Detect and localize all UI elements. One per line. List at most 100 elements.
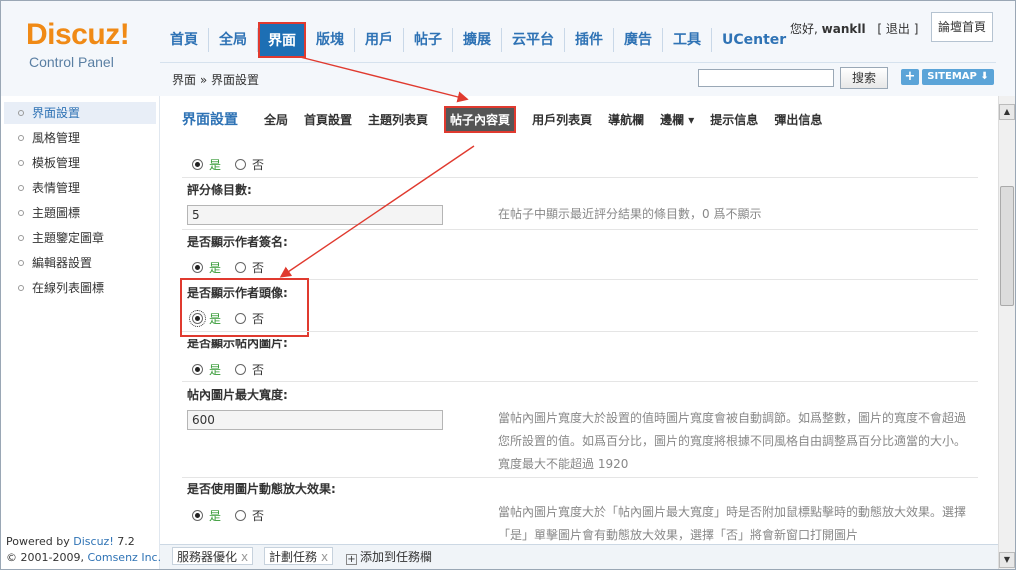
top-nav-home[interactable]: 首頁 (160, 28, 209, 52)
radio-group-images: 是 否 (192, 361, 264, 378)
divider (182, 177, 978, 178)
zoom-effect-hint: 當帖內圖片寬度大於「帖內圖片最大寬度」時是否附加鼠標點擊時的動態放大效果。選擇 … (498, 501, 978, 547)
scroll-thumb[interactable] (1000, 186, 1014, 306)
top-nav-ads[interactable]: 廣告 (614, 28, 663, 52)
radio-yes-label: 是 (209, 363, 222, 377)
sidebar-item-stamps[interactable]: 主題鑒定圖章 (4, 227, 156, 249)
sidebar-item-interface-settings[interactable]: 界面設置 (4, 102, 156, 124)
forum-home-button[interactable]: 論壇首頁 (931, 12, 993, 42)
sidebar-item-online-icons[interactable]: 在線列表圖標 (4, 277, 156, 299)
tab-sidebar[interactable]: 邊欄 ▾ (660, 111, 694, 128)
logout-link[interactable]: [ 退出 ] (877, 22, 918, 36)
top-nav-plugins[interactable]: 插件 (565, 28, 614, 52)
task-server-optimize[interactable]: 服務器優化 x (172, 547, 254, 565)
discuz-link[interactable]: Discuz! (73, 535, 113, 548)
bullet-icon (18, 210, 24, 216)
tab-messages[interactable]: 提示信息 (710, 111, 758, 128)
top-nav-posts[interactable]: 帖子 (404, 28, 453, 52)
radio-yes-label: 是 (209, 509, 222, 523)
sidebar-item-label: 編輯器設置 (32, 256, 93, 270)
top-nav-cloud[interactable]: 云平台 (502, 28, 565, 52)
sidebar-item-label: 界面設置 (32, 106, 81, 120)
tab-navbar[interactable]: 導航欄 (608, 111, 644, 128)
sidebar-item-editor-settings[interactable]: 編輯器設置 (4, 252, 156, 274)
add-to-taskbar[interactable]: + 添加到任務欄 (346, 548, 432, 566)
logo[interactable]: Discuz! (26, 18, 130, 52)
sidebar-item-template-manage[interactable]: 模板管理 (4, 152, 156, 174)
radio-yes-label: 是 (209, 261, 222, 275)
sidebar: 界面設置 風格管理 模板管理 表情管理 主題圖標 主題鑒定圖章 編輯器設置 在線… (0, 96, 160, 570)
scroll-up-icon[interactable]: ▲ (999, 104, 1015, 120)
highlight-box-avatar (180, 278, 309, 337)
radio-no[interactable] (235, 364, 247, 375)
sidebar-item-smiley-manage[interactable]: 表情管理 (4, 177, 156, 199)
top-nav-extensions[interactable]: 擴展 (453, 28, 502, 52)
welcome-text: 您好, wankll [ 退出 ] (790, 20, 918, 37)
radio-no[interactable] (235, 510, 247, 521)
zoom-effect-label: 是否使用圖片動態放大效果: (187, 482, 336, 496)
radio-yes[interactable] (192, 510, 203, 521)
scroll-down-icon[interactable]: ▼ (999, 552, 1015, 568)
powered-by: Powered by Discuz! 7.2 © 2001-2009, Coms… (6, 534, 161, 566)
powered-prefix: Powered by (6, 535, 74, 548)
close-icon[interactable]: x (321, 550, 328, 564)
tab-post-view[interactable]: 帖子內容頁 (444, 105, 517, 133)
max-image-width-input[interactable]: 600 (187, 410, 443, 430)
sidebar-item-label: 主題圖標 (32, 206, 81, 220)
tab-thread-list[interactable]: 主題列表頁 (368, 111, 428, 128)
radio-yes[interactable] (192, 159, 203, 170)
comsenz-link[interactable]: Comsenz Inc. (87, 551, 161, 564)
top-nav-users[interactable]: 用戶 (355, 28, 404, 52)
top-nav-interface[interactable]: 界面 (258, 22, 306, 58)
radio-yes[interactable] (192, 262, 203, 273)
tab-popups[interactable]: 彈出信息 (774, 111, 822, 128)
radio-no-label: 否 (252, 509, 265, 523)
bullet-icon (18, 285, 24, 291)
breadcrumb: 界面 » 界面設置 (172, 73, 259, 87)
hint-line: 當帖內圖片寬度大於「帖內圖片最大寬度」時是否附加鼠標點擊時的動態放大效果。選擇 (498, 505, 967, 519)
radio-no[interactable] (235, 159, 247, 170)
add-shortcut-icon[interactable]: + (901, 69, 919, 85)
task-scheduled[interactable]: 計劃任務 x (264, 547, 334, 565)
tab-global[interactable]: 全局 (264, 111, 288, 128)
sidebar-item-style-manage[interactable]: 風格管理 (4, 127, 156, 149)
divider (182, 381, 978, 382)
radio-group-zoom: 是 否 (192, 507, 264, 524)
app-window: Discuz! Control Panel 首頁 全局 界面 版塊 用戶 帖子 … (0, 0, 1016, 570)
add-to-taskbar-label: 添加到任務欄 (360, 550, 433, 564)
search-input[interactable] (698, 69, 834, 87)
sidebar-item-label: 風格管理 (32, 131, 81, 145)
top-nav-global[interactable]: 全局 (209, 28, 258, 52)
close-icon[interactable]: x (241, 550, 248, 564)
task-label: 計劃任務 (269, 550, 318, 564)
tab-member-list[interactable]: 用戶列表頁 (532, 111, 592, 128)
sitemap-button[interactable]: SITEMAP ⬇ (922, 69, 994, 85)
sitemap-label: SITEMAP (927, 71, 977, 82)
vertical-scrollbar[interactable]: ▲ ▼ (998, 96, 1015, 570)
radio-no[interactable] (235, 262, 247, 273)
divider (182, 477, 978, 478)
radio-yes-label: 是 (209, 158, 222, 172)
bullet-icon (18, 135, 24, 141)
sidebar-item-thread-icons[interactable]: 主題圖標 (4, 202, 156, 224)
hint-line: 寬度最大不能超過 1920 (498, 457, 629, 471)
logo-subtitle: Control Panel (29, 54, 114, 70)
top-nav-forums[interactable]: 版塊 (306, 28, 355, 52)
radio-group-signature: 是 否 (192, 259, 264, 276)
username: wankll (821, 22, 866, 36)
top-nav-tools[interactable]: 工具 (663, 28, 712, 52)
top-nav: 首頁 全局 界面 版塊 用戶 帖子 擴展 云平台 插件 廣告 工具 UCente… (160, 20, 796, 60)
max-image-width-hint: 當帖內圖片寬度大於設置的值時圖片寬度會被自動調節。如爲整數，圖片的寬度不會超過 … (498, 407, 978, 476)
radio-yes[interactable] (192, 364, 203, 375)
rating-count-input[interactable]: 5 (187, 205, 443, 225)
copyright: © 2001-2009, (6, 551, 88, 564)
tab-home-settings[interactable]: 首頁設置 (304, 111, 352, 128)
show-signature-label: 是否顯示作者簽名: (187, 235, 288, 249)
breadcrumb-bar: 界面 » 界面設置 搜索 + SITEMAP ⬇ (160, 62, 996, 92)
bullet-icon (18, 185, 24, 191)
top-nav-ucenter[interactable]: UCenter (712, 28, 796, 52)
rating-count-label: 評分條目數: (187, 183, 252, 197)
search-button[interactable]: 搜索 (840, 67, 888, 89)
sidebar-item-label: 模板管理 (32, 156, 81, 170)
chevron-down-icon: ⬇ (980, 71, 989, 82)
